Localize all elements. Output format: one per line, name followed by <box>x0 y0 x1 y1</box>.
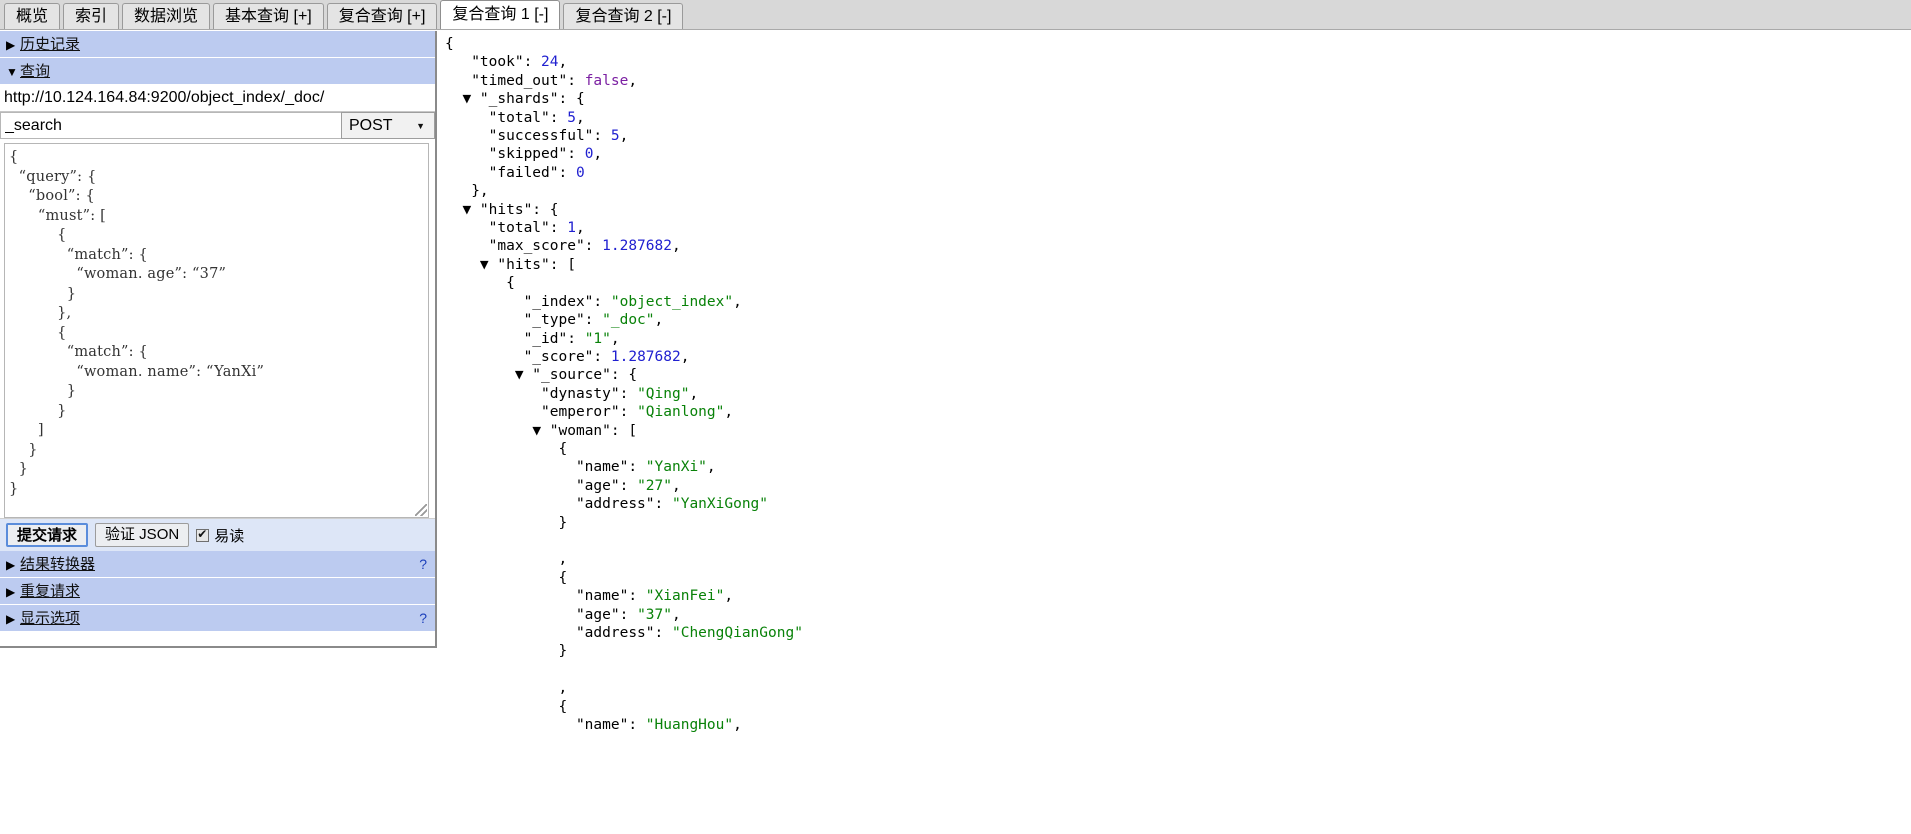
checkbox-icon[interactable] <box>196 527 210 542</box>
chevron-right-icon: ▶ <box>6 38 16 52</box>
tab-basic-query[interactable]: 基本查询 [+] <box>213 3 324 29</box>
tab-composite-query[interactable]: 复合查询 [+] <box>326 3 438 29</box>
help-icon[interactable]: ? <box>419 551 427 578</box>
section-result-transformer-label: 结果转换器 <box>20 556 96 573</box>
tab-label: 索引 <box>75 8 108 25</box>
chevron-right-icon: ▶ <box>6 558 16 572</box>
validate-json-button[interactable]: 验证 JSON <box>95 523 190 547</box>
url-input[interactable] <box>0 85 435 111</box>
resize-handle[interactable] <box>415 504 427 516</box>
tab-label: 基本查询 [+] <box>225 8 312 25</box>
path-row: POST ▼ <box>0 112 435 139</box>
section-display-options-label: 显示选项 <box>20 610 81 627</box>
action-row: 提交请求 验证 JSON 易读 <box>0 518 435 551</box>
tab-data-browse[interactable]: 数据浏览 <box>122 3 211 29</box>
submit-request-button[interactable]: 提交请求 <box>6 523 89 547</box>
section-query[interactable]: ▼ 查询 <box>0 58 435 85</box>
request-body-editor[interactable]: { “query”: { “bool”: { “must”: [ { “matc… <box>4 143 429 518</box>
section-repeat-request-label: 重复请求 <box>20 583 81 600</box>
http-method-value: POST <box>349 116 393 134</box>
chevron-right-icon: ▶ <box>6 585 16 599</box>
response-json-text: { "took": 24, "timed_out": false, ▼ "_sh… <box>445 36 803 734</box>
tab-composite-query-2[interactable]: 复合查询 2 [-] <box>563 3 684 29</box>
query-sidebar: ▶历史记录 ▼查询 POST ▼ { “query”: { “bool”: { … <box>0 31 437 648</box>
tab-label: 数据浏览 <box>134 8 199 25</box>
tab-label: 复合查询 [+] <box>338 8 426 25</box>
tab-indices[interactable]: 索引 <box>63 3 120 29</box>
pretty-print-checkbox[interactable]: 易读 <box>196 525 244 546</box>
section-query-label: 查询 <box>20 63 51 80</box>
chevron-right-icon: ▶ <box>6 612 16 626</box>
section-display-options[interactable]: ▶ 显示选项 ? <box>0 605 435 632</box>
tab-bar: 概览 索引 数据浏览 基本查询 [+] 复合查询 [+] 复合查询 1 [-] … <box>0 0 1911 30</box>
section-result-transformer[interactable]: ▶ 结果转换器 ? <box>0 551 435 578</box>
response-pane[interactable]: { "took": 24, "timed_out": false, ▼ "_sh… <box>439 31 1911 834</box>
chevron-down-icon: ▼ <box>416 120 425 131</box>
search-path-input[interactable] <box>0 112 341 139</box>
request-body-text: { “query”: { “bool”: { “must”: [ { “matc… <box>9 149 265 497</box>
tab-label: 复合查询 2 [-] <box>575 8 672 25</box>
section-history[interactable]: ▶ 历史记录 <box>0 31 435 58</box>
section-history-label: 历史记录 <box>20 36 81 53</box>
section-repeat-request[interactable]: ▶ 重复请求 <box>0 578 435 605</box>
http-method-select[interactable]: POST ▼ <box>341 112 435 139</box>
chevron-down-icon: ▼ <box>6 65 18 79</box>
help-icon[interactable]: ? <box>419 605 427 632</box>
tab-label: 概览 <box>16 8 49 25</box>
pretty-print-label: 易读 <box>214 527 245 545</box>
tab-label: 复合查询 1 [-] <box>452 6 549 23</box>
tab-overview[interactable]: 概览 <box>4 3 61 29</box>
tab-composite-query-1[interactable]: 复合查询 1 [-] <box>440 0 561 29</box>
url-row <box>0 85 435 112</box>
